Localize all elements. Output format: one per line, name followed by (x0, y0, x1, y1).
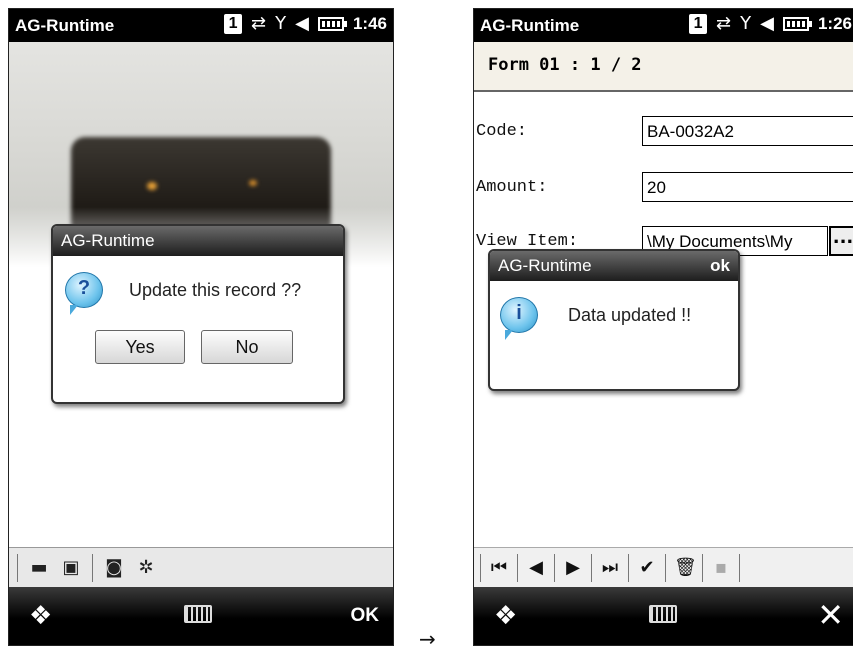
windows-start-icon[interactable]: ❖ (494, 601, 517, 631)
sync-icon: ⇄ (251, 13, 267, 34)
no-button[interactable]: No (201, 330, 293, 364)
folder-icon[interactable]: ▬ (28, 557, 50, 579)
toolbar-separator (628, 553, 629, 582)
toolbar-separator (591, 553, 592, 582)
question-icon: ? (65, 272, 103, 315)
last-record-icon[interactable]: ⏭ (600, 557, 620, 578)
toolbar-separator (517, 553, 518, 582)
info-dialog: AG-Runtime ok i Data updated !! (488, 249, 740, 391)
app-title: AG-Runtime (480, 16, 580, 35)
battery-icon (317, 17, 347, 31)
dialog-title-text: AG-Runtime (498, 256, 592, 275)
next-record-icon[interactable]: ▶ (563, 557, 583, 578)
settings-icon[interactable]: ✲ (135, 557, 157, 579)
record-navigation-toolbar: ⏮ ◀ ▶ ⏭ ✔ 🗑 ▪ (474, 547, 853, 587)
browse-button[interactable]: ... (829, 226, 853, 256)
toolbar-separator (554, 553, 555, 582)
clock: 1:26 (817, 14, 852, 33)
close-icon[interactable]: ✕ (817, 596, 844, 634)
yes-button[interactable]: Yes (95, 330, 185, 364)
first-record-icon[interactable]: ⏮ (489, 557, 509, 578)
save-icon[interactable]: ▣ (60, 557, 82, 579)
keyboard-icon[interactable] (649, 605, 677, 623)
toolbar-separator (17, 553, 18, 582)
toolbar-separator (665, 553, 666, 582)
windows-start-icon[interactable]: ❖ (29, 601, 52, 631)
dialog-title: AG-Runtime (53, 226, 343, 256)
left-phone-screen: AG-Runtime 1 ⇄ Y ◀ 1:46 AG-Runtime ? Upd… (8, 8, 394, 646)
toolbar-separator (92, 553, 93, 582)
transition-arrow: → (419, 627, 436, 651)
softkey-bar: ❖ OK (9, 587, 393, 645)
delete-icon[interactable]: 🗑 (674, 557, 697, 578)
clock: 1:46 (352, 14, 387, 33)
no-signal-icon: Y (740, 13, 752, 34)
notification-badge: 1 (689, 14, 708, 34)
form-title: Form 01 : 1 / 2 (474, 42, 853, 92)
dialog-message: Data updated !! (568, 305, 692, 325)
right-phone-screen: AG-Runtime 1 ⇄ Y ◀ 1:26 Form 01 : 1 / 2 … (473, 8, 853, 646)
softkey-bar: ❖ ✕ (474, 587, 853, 645)
status-bar: AG-Runtime 1 ⇄ Y ◀ 1:26 (474, 9, 853, 42)
dialog-title: AG-Runtime ok (490, 251, 738, 281)
info-icon: i (500, 297, 538, 340)
keyboard-icon[interactable] (184, 605, 212, 623)
toolbar-separator (480, 553, 481, 582)
no-signal-icon: Y (275, 13, 287, 34)
bottom-toolbar: ▬ ▣ ◙ ✲ (9, 547, 393, 587)
code-field[interactable]: BA-0032A2 (642, 116, 853, 146)
toolbar-separator (739, 553, 740, 582)
disabled-icon: ▪ (714, 557, 728, 578)
volume-muted-icon: ◀ (295, 13, 309, 34)
notification-badge: 1 (224, 14, 243, 34)
toolbar-separator (702, 553, 703, 582)
confirm-icon[interactable]: ✔ (637, 557, 657, 578)
volume-muted-icon: ◀ (760, 13, 774, 34)
dialog-message: Update this record ?? (129, 280, 302, 300)
previous-record-icon[interactable]: ◀ (526, 557, 546, 578)
camera-icon[interactable]: ◙ (103, 557, 125, 579)
sync-icon: ⇄ (716, 13, 732, 34)
amount-field[interactable]: 20 (642, 172, 853, 202)
dialog-ok-button[interactable]: ok (710, 251, 730, 281)
status-bar: AG-Runtime 1 ⇄ Y ◀ 1:46 (9, 9, 393, 42)
confirm-dialog: AG-Runtime ? Update this record ?? Yes N… (51, 224, 345, 404)
app-title: AG-Runtime (15, 16, 115, 35)
code-label: Code: (476, 122, 528, 141)
amount-label: Amount: (476, 178, 548, 197)
ok-softkey[interactable]: OK (351, 605, 380, 627)
battery-icon (782, 17, 812, 31)
